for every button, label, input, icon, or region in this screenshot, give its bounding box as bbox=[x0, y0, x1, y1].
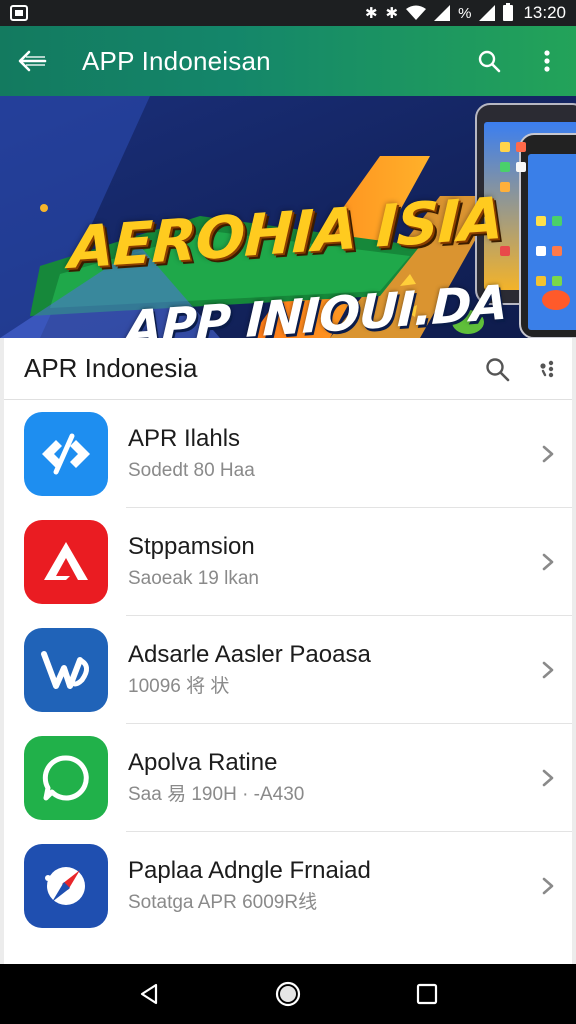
wifi-icon bbox=[406, 5, 427, 20]
more-icon bbox=[540, 360, 554, 377]
list-item[interactable]: Apolva Ratine Saa 易 190H · -A430 bbox=[4, 724, 572, 832]
code-arrows-icon bbox=[24, 412, 108, 496]
app-subtitle: Saoeak 19 lkan bbox=[128, 568, 259, 589]
mute-icon: % bbox=[458, 4, 472, 22]
section-title: APR Indonesia bbox=[24, 353, 198, 383]
signal-icon bbox=[479, 5, 496, 21]
aw-logo-icon bbox=[24, 628, 108, 712]
app-list-card: APR Indonesia APR Ilahls Sodedt 80 Haa S… bbox=[4, 338, 572, 964]
compass-icon bbox=[24, 844, 108, 928]
app-subtitle: Saa 易 190H · -A430 bbox=[128, 784, 305, 805]
more-options-button[interactable] bbox=[518, 26, 576, 96]
list-item[interactable]: APR Ilahls Sodedt 80 Haa bbox=[4, 400, 572, 508]
chevron-right-icon bbox=[524, 768, 572, 788]
system-nav-bar bbox=[0, 964, 576, 1024]
nav-back-button[interactable] bbox=[119, 964, 179, 1024]
nav-home-button[interactable] bbox=[258, 964, 318, 1024]
screen: ✱ ✱ % 13:20 APP Indoneisan AEROHIA ISIA … bbox=[0, 0, 576, 1024]
app-toolbar: APP Indoneisan bbox=[0, 26, 576, 96]
app-subtitle: Sotatga APR 6009R线 bbox=[128, 892, 318, 913]
nav-back-icon bbox=[141, 983, 158, 1005]
back-arrow-icon bbox=[18, 50, 47, 72]
chevron-right-icon bbox=[524, 876, 572, 896]
chevron-right-icon bbox=[524, 444, 572, 464]
app-name: Adsarle Aasler Paoasa bbox=[128, 641, 371, 669]
nav-home-icon bbox=[275, 981, 301, 1007]
nav-recents-icon bbox=[416, 983, 437, 1005]
section-more-button[interactable] bbox=[522, 338, 572, 400]
app-name: Paplaa Adngle Frnaiad bbox=[128, 857, 371, 885]
section-header: APR Indonesia bbox=[4, 338, 572, 400]
bluetooth-icon: ✱ bbox=[364, 4, 378, 22]
chevron-right-icon bbox=[524, 552, 572, 572]
toolbar-title: APP Indoneisan bbox=[82, 45, 271, 76]
status-time: 13:20 bbox=[523, 3, 566, 22]
more-vert-icon bbox=[544, 50, 550, 72]
search-button[interactable] bbox=[460, 26, 518, 96]
app-name: APR Ilahls bbox=[128, 425, 241, 453]
signal-icon bbox=[434, 5, 451, 21]
search-icon bbox=[478, 50, 501, 73]
a-letter-icon bbox=[24, 520, 108, 604]
app-subtitle: Sodedt 80 Haa bbox=[128, 460, 255, 481]
chat-bubble-icon bbox=[24, 736, 108, 820]
status-bar: ✱ ✱ % 13:20 bbox=[0, 0, 576, 26]
list-item[interactable]: Paplaa Adngle Frnaiad Sotatga APR 6009R线 bbox=[4, 832, 572, 940]
search-icon bbox=[486, 357, 510, 381]
app-name: Apolva Ratine bbox=[128, 749, 278, 777]
bluetooth-icon: ✱ bbox=[385, 4, 399, 22]
promo-banner[interactable]: AEROHIA ISIA APP INIOUI.DA bbox=[0, 96, 576, 338]
save-icon bbox=[10, 5, 28, 21]
back-button[interactable] bbox=[0, 26, 64, 96]
chevron-right-icon bbox=[524, 660, 572, 680]
nav-recents-button[interactable] bbox=[397, 964, 457, 1024]
app-subtitle: 10096 将 状 bbox=[128, 676, 230, 697]
list-item[interactable]: Adsarle Aasler Paoasa 10096 将 状 bbox=[4, 616, 572, 724]
app-name: Stppamsion bbox=[128, 533, 255, 561]
battery-icon bbox=[503, 3, 514, 21]
app-list: APR Ilahls Sodedt 80 Haa Stppamsion Saoe… bbox=[4, 400, 572, 940]
section-search-button[interactable] bbox=[472, 338, 522, 400]
list-item[interactable]: Stppamsion Saoeak 19 lkan bbox=[4, 508, 572, 616]
